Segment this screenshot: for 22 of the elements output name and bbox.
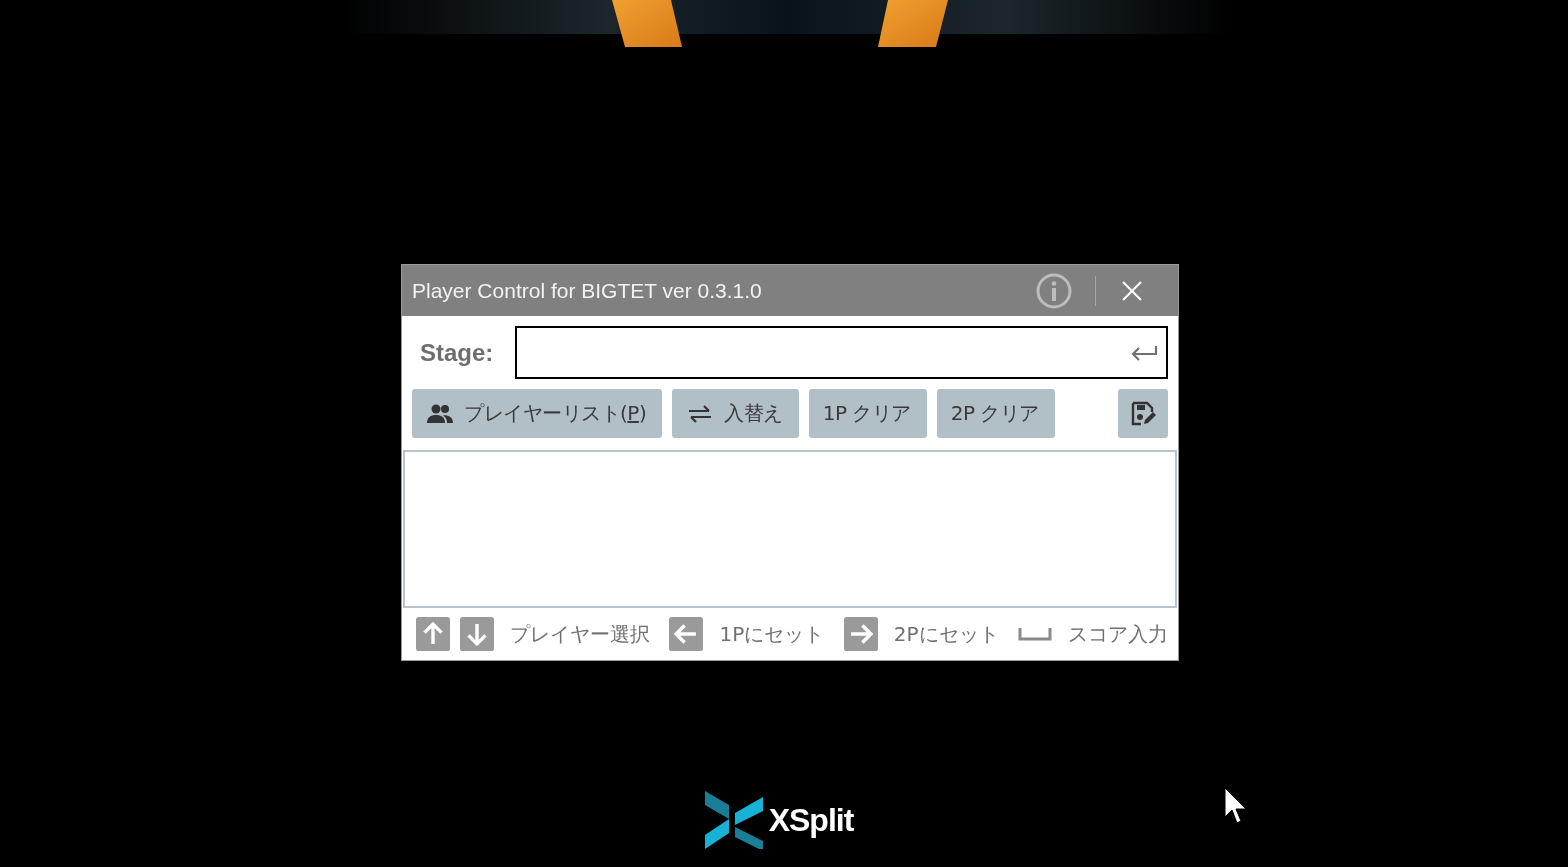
hint-label: スコア入力: [1068, 620, 1168, 648]
close-button[interactable]: [1120, 278, 1144, 303]
stage-input-field[interactable]: [515, 326, 1168, 379]
toolbar-button[interactable]: プレイヤーリスト(P): [412, 389, 663, 438]
hint-label: プレイヤー選択: [510, 620, 650, 648]
stage-label: Stage:: [420, 338, 494, 367]
hint-label: 2Pにセット: [893, 620, 999, 648]
toolbar-button[interactable]: 1P クリア: [808, 389, 927, 438]
logo-icon: [704, 791, 763, 849]
window-title: Player Control for BIGTET ver 0.3.1.0: [412, 278, 763, 303]
mouse-pointer-icon: [1224, 787, 1248, 825]
save-edit-button[interactable]: [1118, 389, 1168, 438]
arrow-key-icon: [669, 617, 704, 651]
toolbar-button[interactable]: 2P クリア: [936, 389, 1055, 438]
logo-text: XSplit: [768, 801, 854, 839]
hint-label: 1Pにセット: [719, 620, 825, 648]
toolbar-button[interactable]: 入替え: [672, 389, 799, 438]
arrow-key-icon: [843, 617, 878, 651]
arrow-key-icon: [460, 617, 494, 651]
arrow-key-icon: [416, 617, 450, 651]
space-key-icon: [1018, 627, 1052, 641]
people-icon: [426, 402, 454, 425]
